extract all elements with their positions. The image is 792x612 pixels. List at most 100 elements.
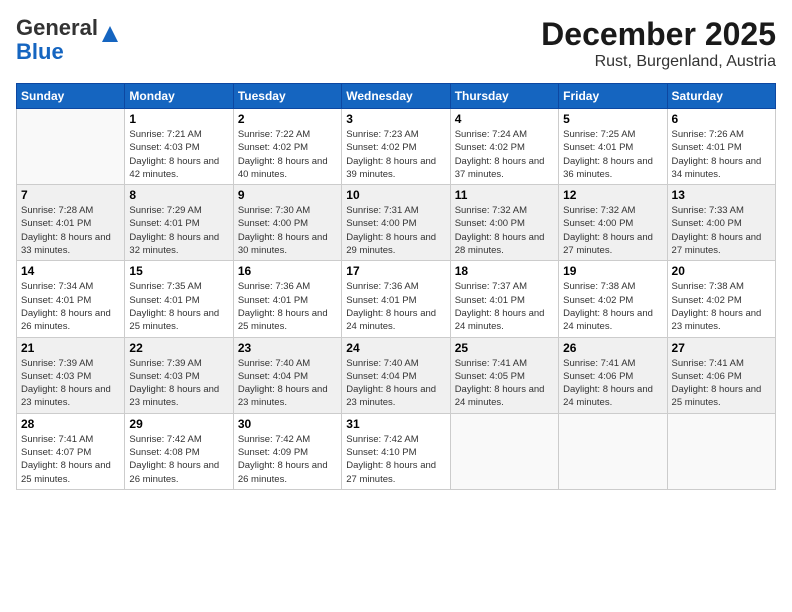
table-row: 16 Sunrise: 7:36 AMSunset: 4:01 PMDayligh…: [233, 261, 341, 337]
table-row: 19 Sunrise: 7:38 AMSunset: 4:02 PMDayligh…: [559, 261, 667, 337]
table-row: 29 Sunrise: 7:42 AMSunset: 4:08 PMDayligh…: [125, 413, 233, 489]
table-row: 10Sunrise: 7:31 AMSunset: 4:00 PMDayligh…: [342, 185, 450, 261]
day-number: 18: [455, 264, 554, 278]
table-row: 6 Sunrise: 7:26 AMSunset: 4:01 PMDaylight…: [667, 109, 775, 185]
table-row: 13 Sunrise: 7:33 AMSunset: 4:00 PMDayligh…: [667, 185, 775, 261]
day-info: Sunrise: 7:28 AMSunset: 4:01 PMDaylight:…: [21, 204, 120, 257]
table-row: 7Sunrise: 7:28 AMSunset: 4:01 PMDaylight…: [17, 185, 125, 261]
day-number: 23: [238, 341, 337, 355]
day-info: Sunrise: 7:21 AMSunset: 4:03 PMDaylight:…: [129, 128, 228, 181]
day-number: 28: [21, 417, 120, 431]
day-info: Sunrise: 7:31 AMSunset: 4:00 PMDaylight:…: [346, 204, 445, 257]
day-info: Sunrise: 7:40 AMSunset: 4:04 PMDaylight:…: [346, 357, 445, 410]
logo: General Blue: [16, 16, 120, 64]
table-row: 1 Sunrise: 7:21 AMSunset: 4:03 PMDaylight…: [125, 109, 233, 185]
title-block: December 2025 Rust, Burgenland, Austria: [541, 16, 776, 71]
header-saturday: Saturday: [667, 84, 775, 109]
header-monday: Monday: [125, 84, 233, 109]
calendar-week-row: 21Sunrise: 7:39 AMSunset: 4:03 PMDayligh…: [17, 337, 776, 413]
day-number: 20: [672, 264, 771, 278]
day-number: 8: [129, 188, 228, 202]
logo-blue: Blue: [16, 39, 64, 64]
calendar-subtitle: Rust, Burgenland, Austria: [541, 53, 776, 71]
day-number: 13: [672, 188, 771, 202]
day-info: Sunrise: 7:33 AMSunset: 4:00 PMDaylight:…: [672, 204, 771, 257]
table-row: 24Sunrise: 7:40 AMSunset: 4:04 PMDayligh…: [342, 337, 450, 413]
header-friday: Friday: [559, 84, 667, 109]
table-row: 20 Sunrise: 7:38 AMSunset: 4:02 PMDayligh…: [667, 261, 775, 337]
day-info: Sunrise: 7:42 AMSunset: 4:10 PMDaylight:…: [346, 433, 445, 486]
day-number: 25: [455, 341, 554, 355]
table-row: 18 Sunrise: 7:37 AMSunset: 4:01 PMDayligh…: [450, 261, 558, 337]
day-info: Sunrise: 7:41 AMSunset: 4:05 PMDaylight:…: [455, 357, 554, 410]
table-row: 28 Sunrise: 7:41 AMSunset: 4:07 PMDayligh…: [17, 413, 125, 489]
calendar-week-row: 14Sunrise: 7:34 AMSunset: 4:01 PMDayligh…: [17, 261, 776, 337]
day-number: 9: [238, 188, 337, 202]
day-info: Sunrise: 7:41 AMSunset: 4:07 PMDaylight:…: [21, 433, 120, 486]
day-number: 30: [238, 417, 337, 431]
header-tuesday: Tuesday: [233, 84, 341, 109]
day-number: 12: [563, 188, 662, 202]
day-info: Sunrise: 7:39 AMSunset: 4:03 PMDaylight:…: [129, 357, 228, 410]
day-number: 6: [672, 112, 771, 126]
table-row: 14Sunrise: 7:34 AMSunset: 4:01 PMDayligh…: [17, 261, 125, 337]
calendar-week-row: 1 Sunrise: 7:21 AMSunset: 4:03 PMDaylight…: [17, 109, 776, 185]
day-info: Sunrise: 7:30 AMSunset: 4:00 PMDaylight:…: [238, 204, 337, 257]
table-row: 15 Sunrise: 7:35 AMSunset: 4:01 PMDayligh…: [125, 261, 233, 337]
calendar-week-row: 7Sunrise: 7:28 AMSunset: 4:01 PMDaylight…: [17, 185, 776, 261]
day-number: 15: [129, 264, 228, 278]
calendar-title: December 2025: [541, 16, 776, 53]
day-number: 14: [21, 264, 120, 278]
day-number: 4: [455, 112, 554, 126]
header-thursday: Thursday: [450, 84, 558, 109]
day-info: Sunrise: 7:40 AMSunset: 4:04 PMDaylight:…: [238, 357, 337, 410]
day-number: 16: [238, 264, 337, 278]
day-number: 29: [129, 417, 228, 431]
calendar-header-row: Sunday Monday Tuesday Wednesday Thursday…: [17, 84, 776, 109]
table-row: [559, 413, 667, 489]
day-info: Sunrise: 7:38 AMSunset: 4:02 PMDaylight:…: [563, 280, 662, 333]
day-number: 31: [346, 417, 445, 431]
table-row: 8 Sunrise: 7:29 AMSunset: 4:01 PMDaylight…: [125, 185, 233, 261]
day-info: Sunrise: 7:29 AMSunset: 4:01 PMDaylight:…: [129, 204, 228, 257]
table-row: 26 Sunrise: 7:41 AMSunset: 4:06 PMDayligh…: [559, 337, 667, 413]
table-row: 12 Sunrise: 7:32 AMSunset: 4:00 PMDayligh…: [559, 185, 667, 261]
day-info: Sunrise: 7:22 AMSunset: 4:02 PMDaylight:…: [238, 128, 337, 181]
table-row: [667, 413, 775, 489]
day-info: Sunrise: 7:24 AMSunset: 4:02 PMDaylight:…: [455, 128, 554, 181]
day-info: Sunrise: 7:36 AMSunset: 4:01 PMDaylight:…: [238, 280, 337, 333]
day-info: Sunrise: 7:38 AMSunset: 4:02 PMDaylight:…: [672, 280, 771, 333]
day-number: 3: [346, 112, 445, 126]
header-wednesday: Wednesday: [342, 84, 450, 109]
day-info: Sunrise: 7:39 AMSunset: 4:03 PMDaylight:…: [21, 357, 120, 410]
day-number: 17: [346, 264, 445, 278]
day-number: 22: [129, 341, 228, 355]
day-info: Sunrise: 7:42 AMSunset: 4:09 PMDaylight:…: [238, 433, 337, 486]
table-row: 30 Sunrise: 7:42 AMSunset: 4:09 PMDayligh…: [233, 413, 341, 489]
day-number: 19: [563, 264, 662, 278]
table-row: 9 Sunrise: 7:30 AMSunset: 4:00 PMDaylight…: [233, 185, 341, 261]
day-info: Sunrise: 7:23 AMSunset: 4:02 PMDaylight:…: [346, 128, 445, 181]
day-info: Sunrise: 7:26 AMSunset: 4:01 PMDaylight:…: [672, 128, 771, 181]
day-info: Sunrise: 7:41 AMSunset: 4:06 PMDaylight:…: [563, 357, 662, 410]
day-number: 1: [129, 112, 228, 126]
day-info: Sunrise: 7:35 AMSunset: 4:01 PMDaylight:…: [129, 280, 228, 333]
day-number: 27: [672, 341, 771, 355]
calendar-week-row: 28 Sunrise: 7:41 AMSunset: 4:07 PMDayligh…: [17, 413, 776, 489]
day-number: 26: [563, 341, 662, 355]
day-info: Sunrise: 7:41 AMSunset: 4:06 PMDaylight:…: [672, 357, 771, 410]
table-row: 3 Sunrise: 7:23 AMSunset: 4:02 PMDaylight…: [342, 109, 450, 185]
table-row: 4 Sunrise: 7:24 AMSunset: 4:02 PMDaylight…: [450, 109, 558, 185]
day-info: Sunrise: 7:32 AMSunset: 4:00 PMDaylight:…: [455, 204, 554, 257]
header: General Blue December 2025 Rust, Burgenl…: [16, 16, 776, 71]
logo-general: General: [16, 15, 98, 40]
day-info: Sunrise: 7:32 AMSunset: 4:00 PMDaylight:…: [563, 204, 662, 257]
calendar-table: Sunday Monday Tuesday Wednesday Thursday…: [16, 83, 776, 490]
day-info: Sunrise: 7:37 AMSunset: 4:01 PMDaylight:…: [455, 280, 554, 333]
day-number: 11: [455, 188, 554, 202]
page: General Blue December 2025 Rust, Burgenl…: [0, 0, 792, 612]
table-row: 17Sunrise: 7:36 AMSunset: 4:01 PMDayligh…: [342, 261, 450, 337]
day-info: Sunrise: 7:42 AMSunset: 4:08 PMDaylight:…: [129, 433, 228, 486]
table-row: 27 Sunrise: 7:41 AMSunset: 4:06 PMDayligh…: [667, 337, 775, 413]
table-row: 2Sunrise: 7:22 AMSunset: 4:02 PMDaylight…: [233, 109, 341, 185]
